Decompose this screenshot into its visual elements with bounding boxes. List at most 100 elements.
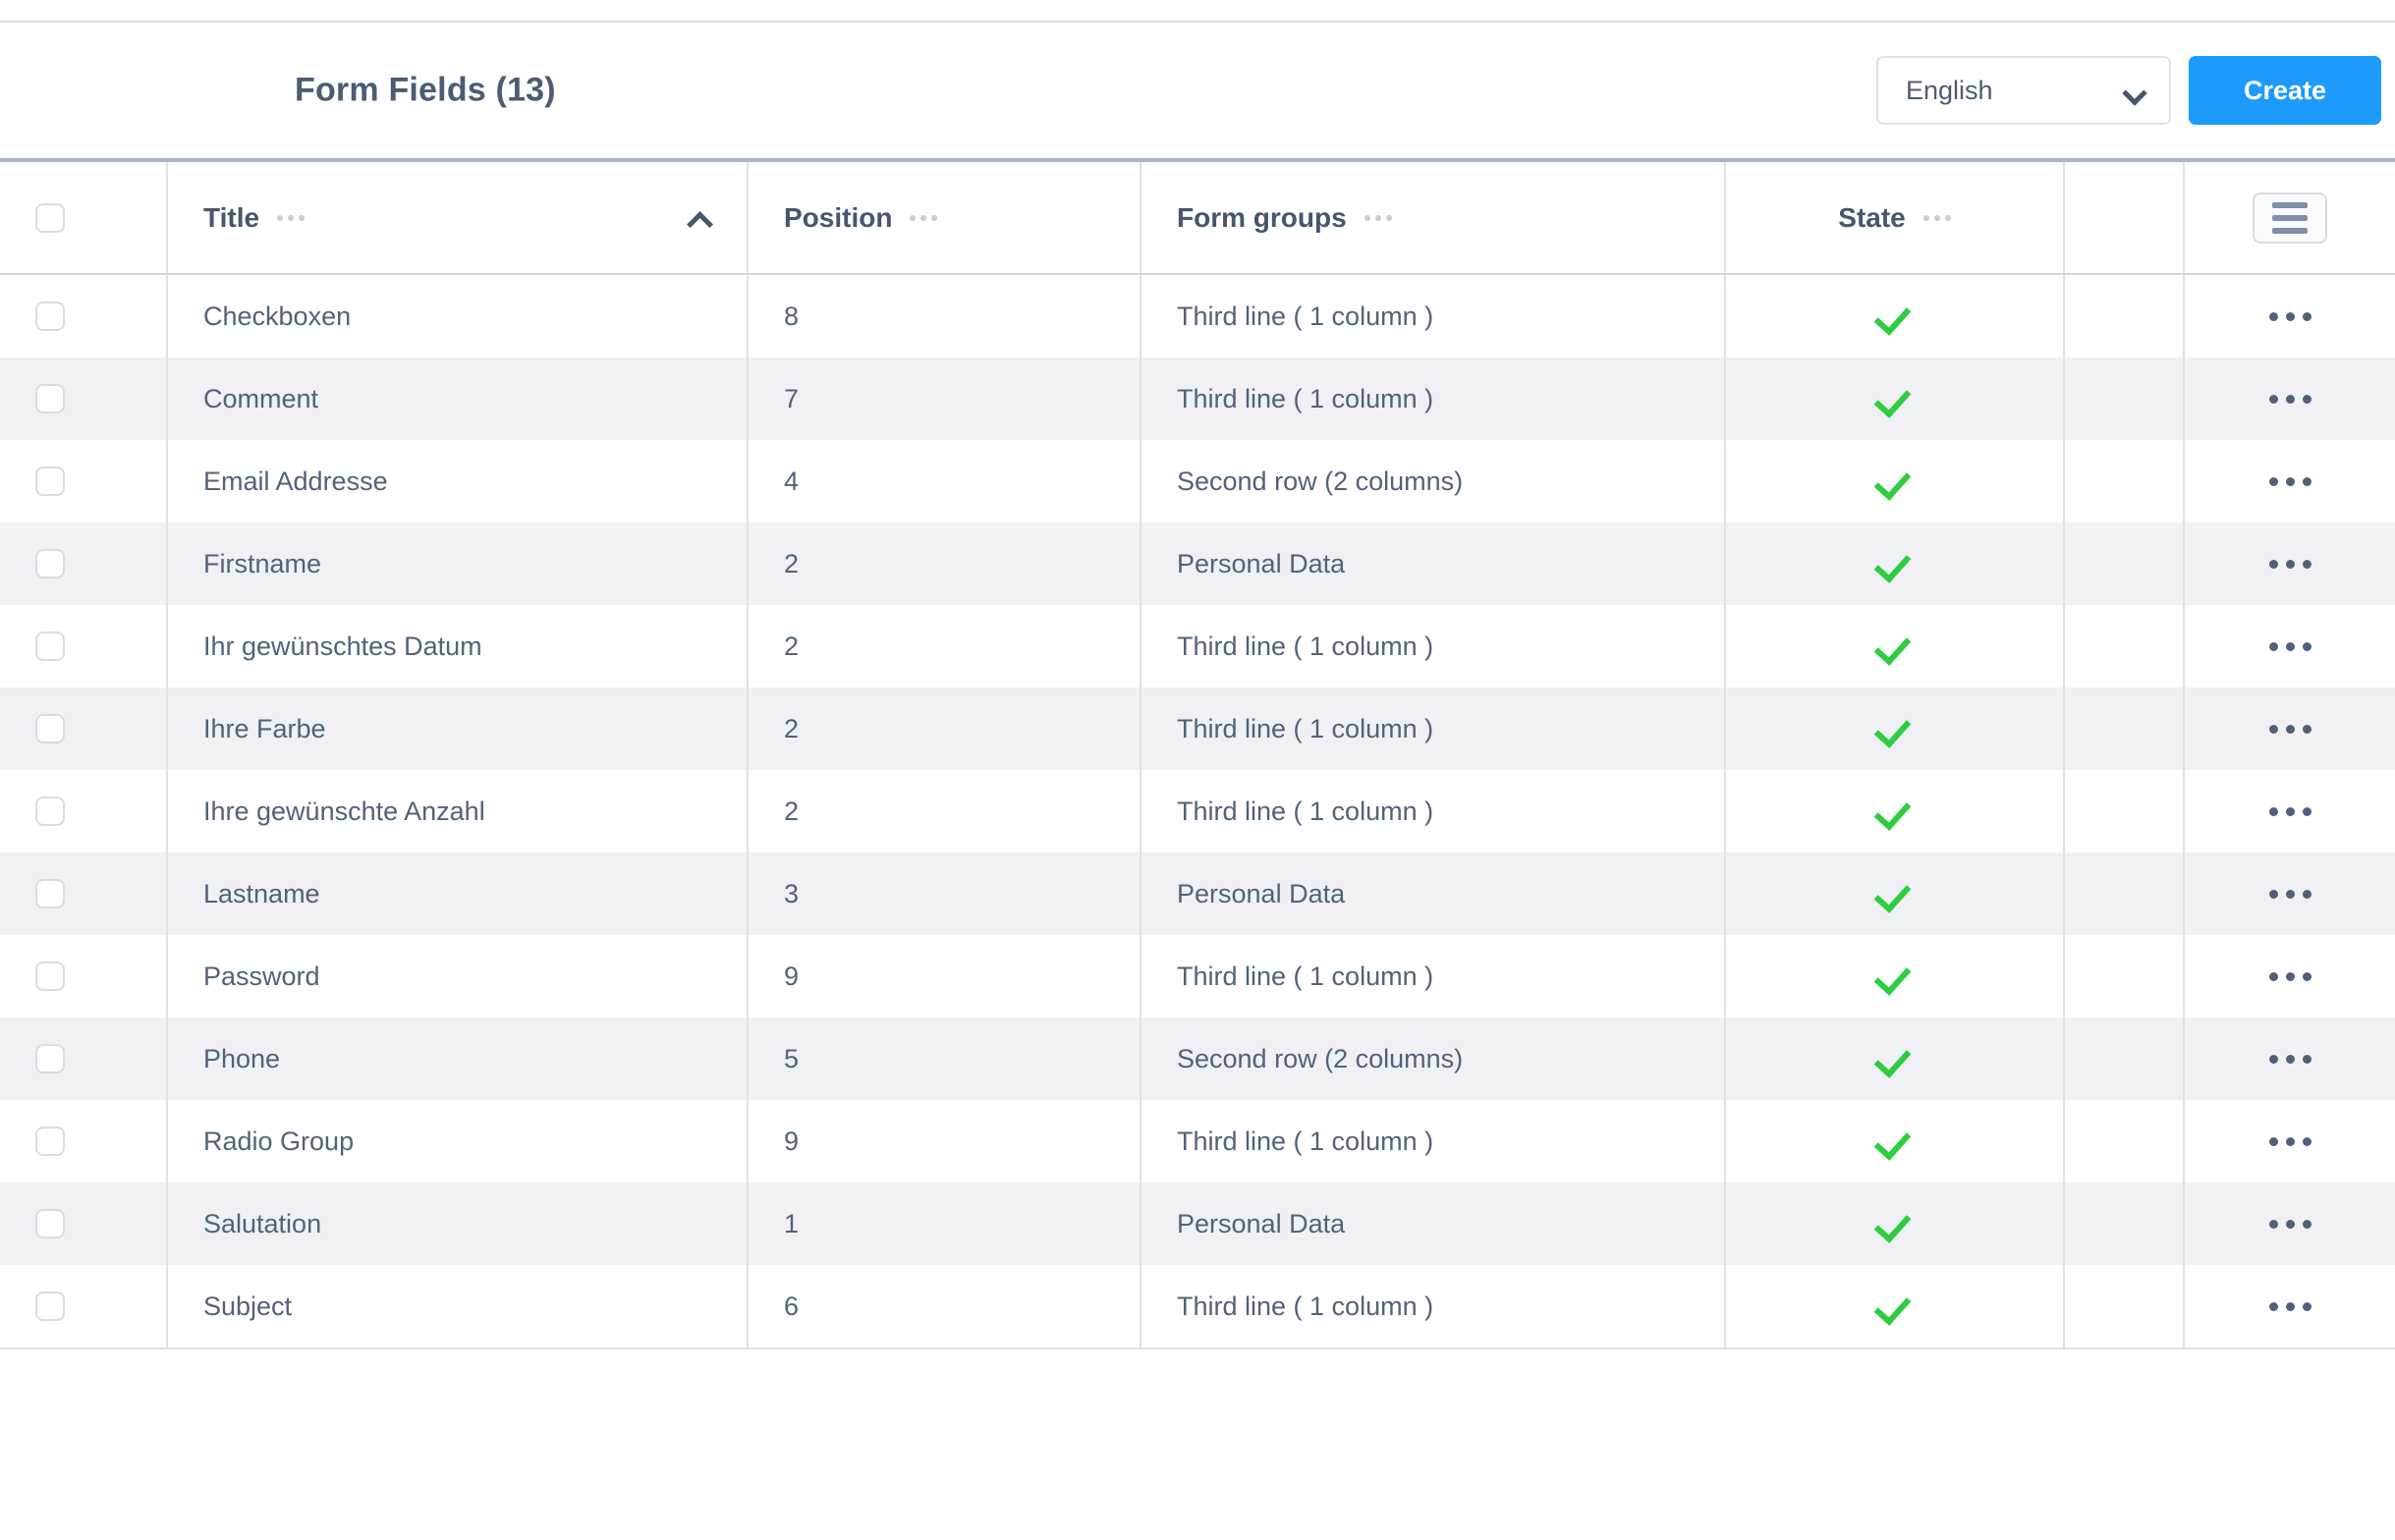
row-title-cell: Password [167, 935, 749, 1018]
language-select[interactable]: English [1876, 56, 2171, 125]
row-form-groups: Third line ( 1 column ) [1177, 961, 1434, 991]
select-all-checkbox[interactable] [35, 202, 65, 233]
row-position-cell: 7 [748, 358, 1142, 440]
row-spacer-cell [2064, 1182, 2185, 1265]
row-checkbox[interactable] [35, 302, 65, 331]
row-spacer-cell [2064, 522, 2185, 605]
row-form-groups: Second row (2 columns) [1177, 466, 1464, 496]
chevron-up-icon[interactable] [688, 211, 711, 225]
row-state-cell [1725, 1018, 2065, 1100]
table-row[interactable]: Checkboxen 8 Third line ( 1 column ) [0, 274, 2395, 358]
ellipsis-icon[interactable] [2268, 311, 2311, 321]
table-row[interactable]: Ihr gewünschtes Datum 2 Third line ( 1 col… [0, 605, 2395, 688]
ellipsis-icon[interactable] [2268, 476, 2311, 486]
row-checkbox[interactable] [35, 549, 65, 578]
row-spacer-cell [2064, 935, 2185, 1018]
row-checkbox[interactable] [35, 632, 65, 661]
column-header-state[interactable]: State [1725, 162, 2065, 275]
row-form-groups-cell: Third line ( 1 column ) [1141, 935, 1726, 1018]
ellipsis-icon[interactable] [2268, 641, 2311, 651]
row-checkbox[interactable] [35, 714, 65, 743]
table-row[interactable]: Subject 6 Third line ( 1 column ) [0, 1265, 2395, 1348]
ellipsis-icon[interactable] [2268, 889, 2311, 899]
row-title: Subject [203, 1291, 293, 1321]
row-state-cell [1725, 605, 2065, 688]
table-row[interactable]: Radio Group 9 Third line ( 1 column ) [0, 1100, 2395, 1182]
ellipsis-icon[interactable] [2268, 394, 2311, 404]
ellipsis-icon[interactable] [2268, 1219, 2311, 1229]
ellipsis-icon[interactable] [910, 214, 938, 221]
row-form-groups-cell: Third line ( 1 column ) [1141, 358, 1726, 440]
row-position: 6 [784, 1291, 800, 1321]
row-checkbox[interactable] [35, 467, 65, 496]
row-actions-cell [2184, 770, 2395, 852]
row-checkbox[interactable] [35, 1209, 65, 1238]
table-row[interactable]: Email Addresse 4 Second row (2 columns) [0, 440, 2395, 522]
column-header-title[interactable]: Title [167, 162, 749, 275]
page-title: Form Fields (13) [295, 71, 556, 109]
ellipsis-icon[interactable] [1922, 214, 1951, 221]
table-row[interactable]: Comment 7 Third line ( 1 column ) [0, 358, 2395, 440]
row-checkbox[interactable] [35, 962, 65, 991]
row-select-cell [0, 440, 168, 522]
ellipsis-icon[interactable] [2268, 724, 2311, 734]
check-icon [1878, 1125, 1912, 1158]
check-icon [1878, 960, 1912, 993]
ellipsis-icon[interactable] [277, 214, 306, 221]
table-row[interactable]: Salutation 1 Personal Data [0, 1182, 2395, 1265]
row-checkbox[interactable] [35, 1127, 65, 1156]
row-form-groups-cell: Personal Data [1141, 852, 1726, 935]
check-icon [1878, 547, 1912, 580]
row-title-cell: Ihr gewünschtes Datum [167, 605, 749, 688]
table-row[interactable]: Password 9 Third line ( 1 column ) [0, 935, 2395, 1018]
row-title-cell: Radio Group [167, 1100, 749, 1182]
check-icon [1878, 1042, 1912, 1075]
row-position-cell: 9 [748, 935, 1142, 1018]
language-select-value: English [1906, 75, 1993, 105]
row-checkbox[interactable] [35, 879, 65, 908]
table-row[interactable]: Lastname 3 Personal Data [0, 852, 2395, 935]
table-row[interactable]: Ihre gewünschte Anzahl 2 Third line ( 1 co… [0, 770, 2395, 852]
row-position: 9 [784, 961, 800, 991]
row-actions-cell [2184, 935, 2395, 1018]
ellipsis-icon[interactable] [2268, 559, 2311, 569]
row-checkbox[interactable] [35, 384, 65, 413]
row-select-cell [0, 1100, 168, 1182]
row-form-groups-cell: Third line ( 1 column ) [1141, 605, 1726, 688]
row-checkbox[interactable] [35, 1044, 65, 1073]
row-checkbox[interactable] [35, 797, 65, 826]
table-row[interactable]: Firstname 2 Personal Data [0, 522, 2395, 605]
row-form-groups: Third line ( 1 column ) [1177, 1291, 1434, 1321]
column-header-position[interactable]: Position [748, 162, 1142, 275]
column-header-form-groups[interactable]: Form groups [1141, 162, 1726, 275]
ellipsis-icon[interactable] [2268, 1136, 2311, 1146]
row-form-groups: Third line ( 1 column ) [1177, 1126, 1434, 1156]
ellipsis-icon[interactable] [2268, 806, 2311, 816]
row-checkbox[interactable] [35, 1292, 65, 1321]
row-actions-cell [2184, 358, 2395, 440]
table-row[interactable]: Phone 5 Second row (2 columns) [0, 1018, 2395, 1100]
row-position: 2 [784, 548, 800, 578]
table-row[interactable]: Ihre Farbe 2 Third line ( 1 column ) [0, 688, 2395, 770]
row-actions-cell [2184, 440, 2395, 522]
row-form-groups-cell: Third line ( 1 column ) [1141, 770, 1726, 852]
ellipsis-icon[interactable] [2268, 971, 2311, 981]
ellipsis-icon[interactable] [2268, 1054, 2311, 1064]
create-button[interactable]: Create [2189, 56, 2381, 125]
hamburger-icon[interactable] [2253, 192, 2327, 244]
row-form-groups-cell: Third line ( 1 column ) [1141, 688, 1726, 770]
row-title: Email Addresse [203, 466, 388, 496]
ellipsis-icon[interactable] [1364, 214, 1392, 221]
row-position: 8 [784, 301, 800, 331]
row-form-groups: Third line ( 1 column ) [1177, 796, 1434, 826]
ellipsis-icon[interactable] [2268, 1301, 2311, 1311]
column-header-title-label: Title [203, 201, 260, 233]
row-spacer-cell [2064, 358, 2185, 440]
row-form-groups: Third line ( 1 column ) [1177, 713, 1434, 743]
row-title: Salutation [203, 1208, 322, 1238]
row-title: Checkboxen [203, 301, 352, 331]
column-header-select [0, 162, 168, 275]
form-fields-table-container: Title Position Form groups State Checkbo… [0, 158, 2395, 1349]
row-form-groups: Second row (2 columns) [1177, 1043, 1464, 1073]
row-state-cell [1725, 440, 2065, 522]
